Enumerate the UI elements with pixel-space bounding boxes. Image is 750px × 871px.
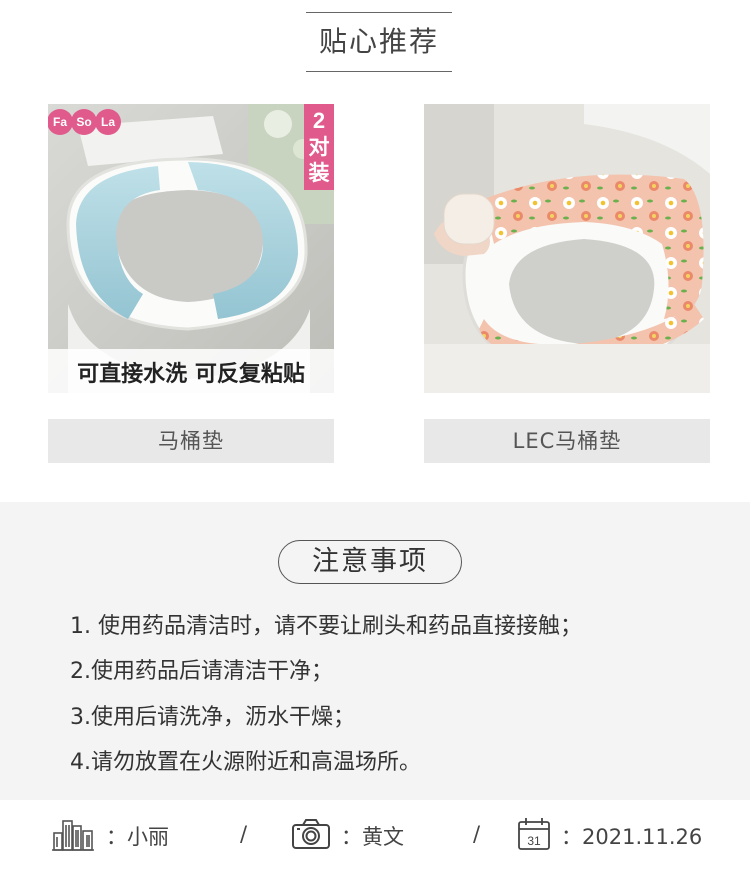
designer-name: ：小丽 — [106, 824, 169, 849]
note-item-2: 2.使用药品后请清洁干净； — [70, 659, 333, 684]
product-image-seat-pad[interactable]: Fa So La 2 对 装 可直接水洗 可反复粘贴 — [48, 104, 334, 393]
designer-credit: ：小丽 — [50, 800, 169, 871]
brand-fa-text: Fa — [53, 115, 67, 129]
product-label-seat-pad[interactable]: 马桶垫 — [48, 419, 334, 463]
separator-1: / — [240, 822, 248, 846]
brand-so-text: So — [76, 115, 91, 129]
separator-2: / — [473, 822, 481, 846]
notes-section: 注意事项 1. 使用药品清洁时，请不要让刷头和药品直接接触； 2.使用药品后请清… — [0, 502, 750, 800]
date-credit: 31 ：2021.11.26 — [517, 800, 702, 871]
product-card-seat-pad[interactable]: Fa So La 2 对 装 可直接水洗 可反复粘贴 马桶垫 — [48, 104, 334, 463]
lec-seat-pad-illustration — [424, 104, 710, 393]
calendar-day: 31 — [527, 834, 541, 848]
brand-la-text: La — [101, 115, 115, 129]
recommend-title: 贴心推荐 — [306, 12, 452, 72]
calendar-icon: 31 — [517, 817, 551, 855]
date-value: ：2021.11.26 — [561, 824, 703, 849]
seat-pad-illustration: Fa So La 2 对 装 可直接水洗 可反复粘贴 — [48, 104, 334, 393]
product-label-lec-seat-pad[interactable]: LEC马桶垫 — [424, 419, 710, 463]
product-card-lec-seat-pad[interactable]: LEC马桶垫 — [424, 104, 710, 463]
buildings-icon — [50, 817, 96, 855]
badge-number: 2 — [313, 108, 325, 133]
notes-title: 注意事项 — [278, 540, 462, 584]
badge-char-2: 装 — [309, 161, 330, 185]
note-item-1: 1. 使用药品清洁时，请不要让刷头和药品直接接触； — [70, 614, 582, 639]
badge-char-1: 对 — [309, 135, 330, 159]
note-item-3: 3.使用后请洗净，沥水干燥； — [70, 705, 355, 730]
camera-icon — [291, 818, 331, 854]
photographer-credit: ：黄文 — [291, 800, 404, 871]
image-caption: 可直接水洗 可反复粘贴 — [77, 361, 305, 387]
product-image-lec-seat-pad[interactable] — [424, 104, 710, 393]
photographer-name: ：黄文 — [341, 824, 404, 849]
credits-footer: ：小丽 / ：黄文 / 31 ：2021.11.26 — [0, 800, 750, 871]
note-item-4: 4.请勿放置在火源附近和高温场所。 — [70, 750, 421, 775]
